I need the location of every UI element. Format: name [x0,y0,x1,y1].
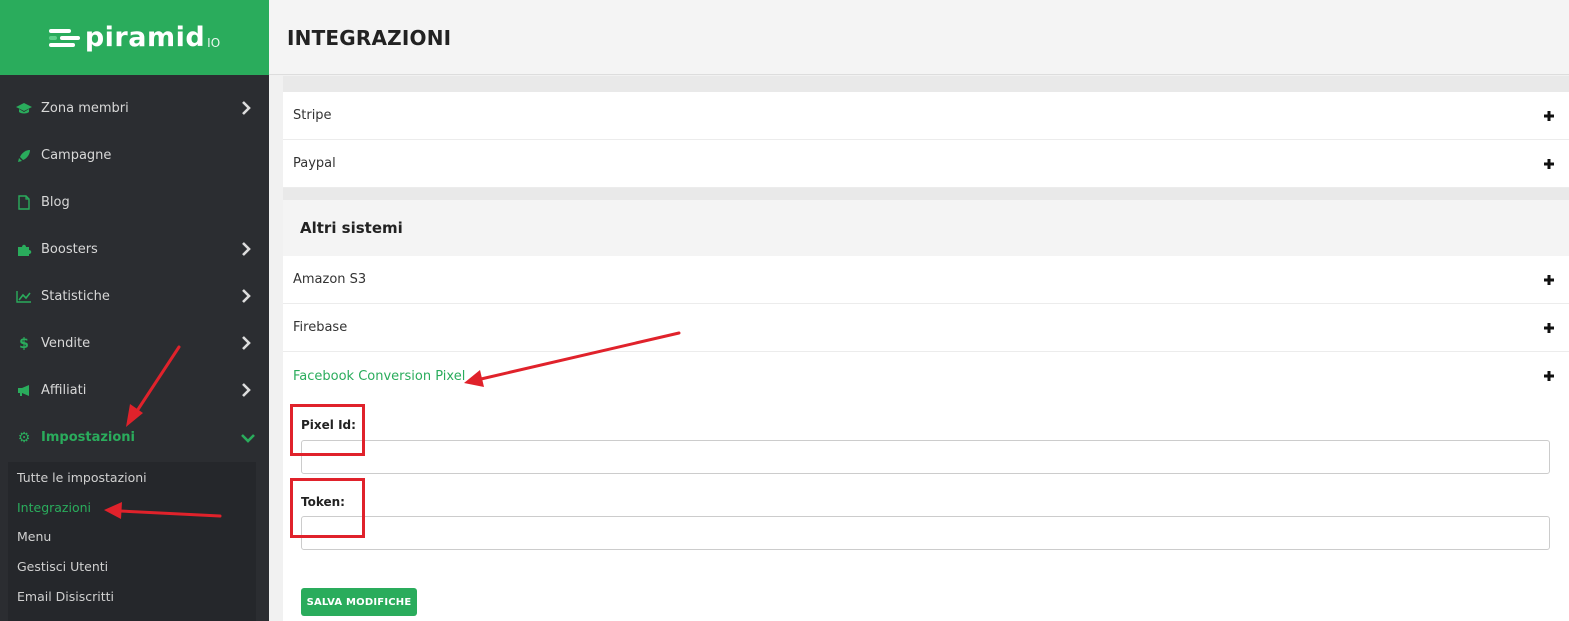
brand-name: piramid [84,22,206,53]
pixel-id-input[interactable] [301,440,1550,474]
integration-label: Stripe [293,108,332,123]
plus-icon[interactable] [1543,110,1555,122]
integration-row-firebase[interactable]: Firebase [283,304,1569,352]
sidebar-item-label: Affiliati [41,383,87,398]
sidebar-item-label: Blog [41,195,70,210]
submenu-item-integrazioni[interactable]: Integrazioni [17,500,91,515]
brand-logo[interactable]: piramid IO [0,0,269,75]
line-chart-icon [16,289,32,305]
chevron-right-icon [242,242,251,256]
integration-label: Amazon S3 [293,272,367,287]
spacer [283,76,1569,92]
page-title: INTEGRAZIONI [287,26,452,50]
settings-submenu: Tutte le impostazioni Integrazioni Menu … [8,462,256,621]
plus-icon[interactable] [1543,274,1555,286]
submenu-item-tutte-le-impostazioni[interactable]: Tutte le impostazioni [17,470,147,485]
plus-icon[interactable] [1543,158,1555,170]
logo-mark-icon [48,27,81,49]
sidebar-item-blog[interactable]: Blog [0,179,269,226]
annotation-box-token [290,478,365,538]
sidebar-item-label: Boosters [41,242,98,257]
submenu-item-email-disiscritti[interactable]: Email Disiscritti [17,589,114,604]
megaphone-icon [16,383,32,399]
integration-row-paypal[interactable]: Paypal [283,140,1569,188]
plus-icon[interactable] [1543,370,1555,382]
dollar-icon: $ [19,335,29,352]
annotation-box-pixel-id [290,404,365,456]
file-icon [16,195,32,211]
sidebar-item-label: Vendite [41,336,91,351]
sidebar: piramid IO Zona membri Campagne Blog Boo… [0,0,269,621]
integration-row-stripe[interactable]: Stripe [283,92,1569,140]
section-title-altri-sistemi: Altri sistemi [283,200,1569,256]
page-header: INTEGRAZIONI [269,0,1569,75]
section-divider [283,188,1569,200]
rocket-icon [16,148,32,164]
token-input[interactable] [301,516,1550,550]
submenu-item-gestisci-utenti[interactable]: Gestisci Utenti [17,559,108,574]
chevron-right-icon [242,289,251,303]
sidebar-item-statistiche[interactable]: Statistiche [0,273,269,320]
sidebar-item-label: Zona membri [41,101,129,116]
integration-row-facebook-conversion-pixel[interactable]: Facebook Conversion Pixel [283,352,1569,400]
integration-label: Facebook Conversion Pixel [293,368,466,384]
plus-icon[interactable] [1543,322,1555,334]
graduation-cap-icon [16,101,32,117]
submenu-item-menu[interactable]: Menu [17,529,51,544]
integration-label: Firebase [293,320,348,335]
sidebar-item-label: Campagne [41,148,112,163]
sidebar-item-affiliati[interactable]: Affiliati [0,367,269,414]
sidebar-item-label: Statistiche [41,289,110,304]
gear-icon: ⚙ [17,429,31,446]
chevron-right-icon [242,101,251,115]
chevron-right-icon [242,336,251,350]
sidebar-item-campagne[interactable]: Campagne [0,132,269,179]
save-button[interactable]: SALVA MODIFICHE [301,588,417,616]
integration-row-amazon-s3[interactable]: Amazon S3 [283,256,1569,304]
brand-suffix: IO [207,35,221,50]
sidebar-item-vendite[interactable]: $ Vendite [0,320,269,367]
integration-label: Paypal [293,156,336,171]
sidebar-item-zona-membri[interactable]: Zona membri [0,85,269,132]
sidebar-item-boosters[interactable]: Boosters [0,226,269,273]
chevron-down-icon [241,434,255,443]
puzzle-icon [16,242,32,258]
sidebar-item-impostazioni[interactable]: ⚙ Impostazioni [0,414,269,461]
chevron-right-icon [242,383,251,397]
sidebar-item-label: Impostazioni [41,430,136,445]
